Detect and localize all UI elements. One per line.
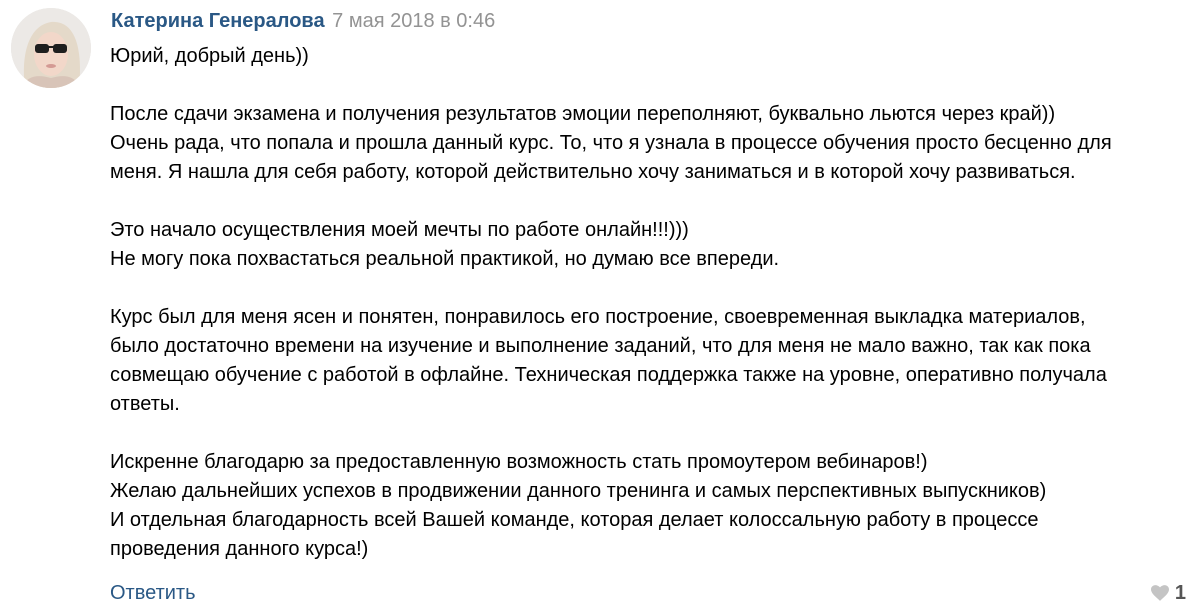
message-line: После сдачи экзамена и получения результ… (110, 103, 1056, 125)
message-line: Курс был для меня ясен и понятен, понрав… (110, 306, 1086, 328)
message-line: меня. Я нашла для себя работу, которой д… (110, 161, 1076, 183)
message-line: Очень рада, что попала и прошла данный к… (110, 132, 1112, 154)
message-line: проведения данного курса!) (110, 538, 369, 560)
reply-button[interactable]: Ответить (110, 580, 196, 606)
heart-icon (1150, 585, 1169, 601)
message-line: И отдельная благодарность всей Вашей ком… (110, 509, 1039, 531)
message-line: Юрий, добрый день)) (110, 45, 309, 67)
like-button[interactable]: 1 (1150, 580, 1186, 606)
message-line: Это начало осуществления моей мечты по р… (110, 219, 689, 241)
comment-text: Юрий, добрый день)) После сдачи экзамена … (110, 42, 1190, 564)
message-line: было достаточно времени на изучение и вы… (110, 335, 1091, 357)
message-line: Искренне благодарю за предоставленную во… (110, 451, 928, 473)
like-count: 1 (1174, 581, 1186, 604)
comment-date[interactable]: 7 мая 2018 в 0:46 (332, 10, 495, 32)
author-name[interactable]: Катерина Генералова (111, 10, 325, 32)
avatar[interactable] (11, 8, 91, 88)
message-line: Не могу пока похвастаться реальной практ… (110, 248, 780, 270)
message-line: совмещаю обучение с работой в офлайне. Т… (110, 364, 1107, 386)
comment-header: Катерина Генералова 7 мая 2018 в 0:46 (111, 8, 495, 34)
avatar-photo (11, 8, 91, 88)
message-line: Желаю дальнейших успехов в продвижении д… (110, 480, 1047, 502)
message-line: ответы. (110, 393, 180, 415)
